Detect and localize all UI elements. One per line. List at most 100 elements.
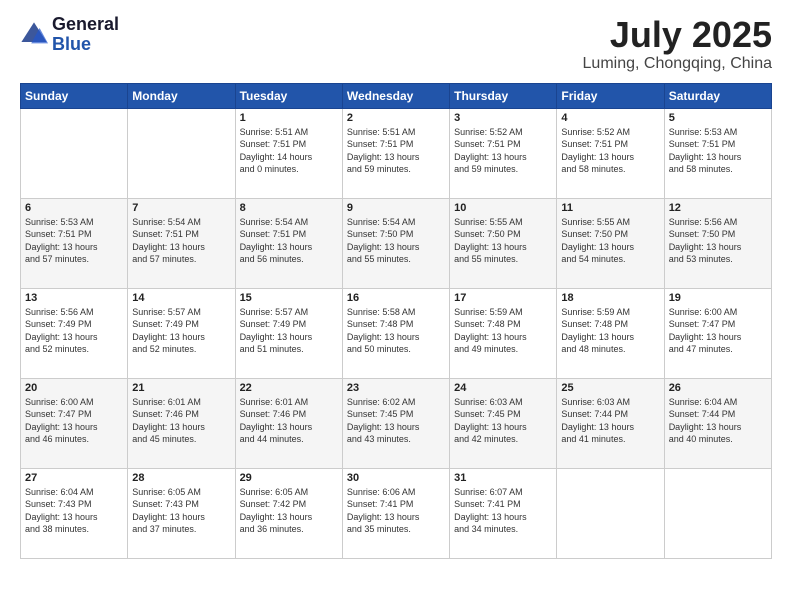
day-info: Sunrise: 6:03 AM Sunset: 7:45 PM Dayligh… bbox=[454, 396, 552, 446]
calendar-cell: 15Sunrise: 5:57 AM Sunset: 7:49 PM Dayli… bbox=[235, 288, 342, 378]
calendar-cell: 17 Sunrise: 5:59 AM Sunset: 7:48 PM Dayli… bbox=[450, 288, 557, 378]
day-info: Sunrise: 5:54 AM Sunset: 7:51 PM Dayligh… bbox=[240, 216, 338, 266]
calendar-cell: 20 Sunrise: 6:00 AM Sunset: 7:47 PM Dayli… bbox=[21, 378, 128, 468]
day-info: Sunrise: 5:53 AM Sunset: 7:51 PM Dayligh… bbox=[25, 216, 123, 266]
calendar-cell: 22 Sunrise: 6:01 AM Sunset: 7:46 PM Dayli… bbox=[235, 378, 342, 468]
day-number: 4 bbox=[561, 112, 659, 124]
col-monday: Monday bbox=[128, 83, 235, 108]
day-info: Sunrise: 5:55 AM Sunset: 7:50 PM Dayligh… bbox=[454, 216, 552, 266]
col-wednesday: Wednesday bbox=[342, 83, 449, 108]
calendar-cell: 11Sunrise: 5:55 AM Sunset: 7:50 PM Dayli… bbox=[557, 198, 664, 288]
calendar-cell: 31Sunrise: 6:07 AM Sunset: 7:41 PM Dayli… bbox=[450, 468, 557, 558]
day-number: 25 bbox=[561, 382, 659, 394]
calendar-cell bbox=[21, 108, 128, 198]
day-number: 8 bbox=[240, 202, 338, 214]
day-info: Sunrise: 6:00 AM Sunset: 7:47 PM Dayligh… bbox=[25, 396, 123, 446]
logo-icon bbox=[20, 21, 48, 49]
day-number: 18 bbox=[561, 292, 659, 304]
calendar-cell: 24 Sunrise: 6:03 AM Sunset: 7:45 PM Dayli… bbox=[450, 378, 557, 468]
day-number: 3 bbox=[454, 112, 552, 124]
calendar-body: 1Sunrise: 5:51 AM Sunset: 7:51 PM Daylig… bbox=[21, 108, 772, 558]
calendar-cell bbox=[557, 468, 664, 558]
day-info: Sunrise: 5:52 AM Sunset: 7:51 PM Dayligh… bbox=[454, 126, 552, 176]
calendar-header: Sunday Monday Tuesday Wednesday Thursday… bbox=[21, 83, 772, 108]
day-number: 7 bbox=[132, 202, 230, 214]
day-number: 16 bbox=[347, 292, 445, 304]
day-number: 6 bbox=[25, 202, 123, 214]
calendar-cell: 7 Sunrise: 5:54 AM Sunset: 7:51 PM Daylig… bbox=[128, 198, 235, 288]
day-info: Sunrise: 6:02 AM Sunset: 7:45 PM Dayligh… bbox=[347, 396, 445, 446]
calendar-cell: 3 Sunrise: 5:52 AM Sunset: 7:51 PM Daylig… bbox=[450, 108, 557, 198]
day-info: Sunrise: 5:52 AM Sunset: 7:51 PM Dayligh… bbox=[561, 126, 659, 176]
day-info: Sunrise: 6:03 AM Sunset: 7:44 PM Dayligh… bbox=[561, 396, 659, 446]
day-number: 28 bbox=[132, 472, 230, 484]
calendar-cell: 6 Sunrise: 5:53 AM Sunset: 7:51 PM Daylig… bbox=[21, 198, 128, 288]
col-sunday: Sunday bbox=[21, 83, 128, 108]
calendar-cell: 16Sunrise: 5:58 AM Sunset: 7:48 PM Dayli… bbox=[342, 288, 449, 378]
day-info: Sunrise: 6:04 AM Sunset: 7:43 PM Dayligh… bbox=[25, 486, 123, 536]
header: General Blue July 2025 Luming, Chongqing… bbox=[20, 15, 772, 73]
logo-general: General bbox=[52, 15, 119, 35]
day-number: 9 bbox=[347, 202, 445, 214]
calendar-week-5: 27Sunrise: 6:04 AM Sunset: 7:43 PM Dayli… bbox=[21, 468, 772, 558]
day-number: 22 bbox=[240, 382, 338, 394]
col-thursday: Thursday bbox=[450, 83, 557, 108]
day-info: Sunrise: 5:56 AM Sunset: 7:50 PM Dayligh… bbox=[669, 216, 767, 266]
calendar-cell: 5 Sunrise: 5:53 AM Sunset: 7:51 PM Daylig… bbox=[664, 108, 771, 198]
calendar-week-3: 13Sunrise: 5:56 AM Sunset: 7:49 PM Dayli… bbox=[21, 288, 772, 378]
calendar-cell: 26 Sunrise: 6:04 AM Sunset: 7:44 PM Dayli… bbox=[664, 378, 771, 468]
calendar-week-4: 20 Sunrise: 6:00 AM Sunset: 7:47 PM Dayli… bbox=[21, 378, 772, 468]
calendar-cell: 8 Sunrise: 5:54 AM Sunset: 7:51 PM Daylig… bbox=[235, 198, 342, 288]
day-info: Sunrise: 6:06 AM Sunset: 7:41 PM Dayligh… bbox=[347, 486, 445, 536]
day-info: Sunrise: 5:59 AM Sunset: 7:48 PM Dayligh… bbox=[561, 306, 659, 356]
day-number: 5 bbox=[669, 112, 767, 124]
calendar-table: Sunday Monday Tuesday Wednesday Thursday… bbox=[20, 83, 772, 559]
day-number: 1 bbox=[240, 112, 338, 124]
calendar-cell: 23 Sunrise: 6:02 AM Sunset: 7:45 PM Dayli… bbox=[342, 378, 449, 468]
day-info: Sunrise: 5:55 AM Sunset: 7:50 PM Dayligh… bbox=[561, 216, 659, 266]
calendar-cell: 9 Sunrise: 5:54 AM Sunset: 7:50 PM Daylig… bbox=[342, 198, 449, 288]
day-info: Sunrise: 6:01 AM Sunset: 7:46 PM Dayligh… bbox=[240, 396, 338, 446]
day-info: Sunrise: 5:57 AM Sunset: 7:49 PM Dayligh… bbox=[240, 306, 338, 356]
calendar-cell: 25 Sunrise: 6:03 AM Sunset: 7:44 PM Dayli… bbox=[557, 378, 664, 468]
day-info: Sunrise: 5:53 AM Sunset: 7:51 PM Dayligh… bbox=[669, 126, 767, 176]
calendar-cell: 27Sunrise: 6:04 AM Sunset: 7:43 PM Dayli… bbox=[21, 468, 128, 558]
calendar-cell: 30 Sunrise: 6:06 AM Sunset: 7:41 PM Dayli… bbox=[342, 468, 449, 558]
day-info: Sunrise: 6:05 AM Sunset: 7:43 PM Dayligh… bbox=[132, 486, 230, 536]
calendar-cell bbox=[664, 468, 771, 558]
logo-text: General Blue bbox=[52, 15, 119, 55]
day-info: Sunrise: 6:04 AM Sunset: 7:44 PM Dayligh… bbox=[669, 396, 767, 446]
day-number: 14 bbox=[132, 292, 230, 304]
calendar-cell: 28 Sunrise: 6:05 AM Sunset: 7:43 PM Dayli… bbox=[128, 468, 235, 558]
calendar-cell: 13Sunrise: 5:56 AM Sunset: 7:49 PM Dayli… bbox=[21, 288, 128, 378]
calendar-cell: 2Sunrise: 5:51 AM Sunset: 7:51 PM Daylig… bbox=[342, 108, 449, 198]
day-number: 30 bbox=[347, 472, 445, 484]
day-number: 23 bbox=[347, 382, 445, 394]
day-info: Sunrise: 6:00 AM Sunset: 7:47 PM Dayligh… bbox=[669, 306, 767, 356]
calendar-cell: 19 Sunrise: 6:00 AM Sunset: 7:47 PM Dayli… bbox=[664, 288, 771, 378]
day-number: 17 bbox=[454, 292, 552, 304]
day-number: 19 bbox=[669, 292, 767, 304]
day-number: 10 bbox=[454, 202, 552, 214]
logo: General Blue bbox=[20, 15, 119, 55]
logo-blue: Blue bbox=[52, 35, 119, 55]
calendar-cell: 1Sunrise: 5:51 AM Sunset: 7:51 PM Daylig… bbox=[235, 108, 342, 198]
day-number: 20 bbox=[25, 382, 123, 394]
day-info: Sunrise: 5:59 AM Sunset: 7:48 PM Dayligh… bbox=[454, 306, 552, 356]
col-saturday: Saturday bbox=[664, 83, 771, 108]
day-number: 21 bbox=[132, 382, 230, 394]
calendar-cell: 29 Sunrise: 6:05 AM Sunset: 7:42 PM Dayli… bbox=[235, 468, 342, 558]
col-friday: Friday bbox=[557, 83, 664, 108]
day-number: 29 bbox=[240, 472, 338, 484]
day-info: Sunrise: 6:05 AM Sunset: 7:42 PM Dayligh… bbox=[240, 486, 338, 536]
day-number: 26 bbox=[669, 382, 767, 394]
day-info: Sunrise: 5:54 AM Sunset: 7:51 PM Dayligh… bbox=[132, 216, 230, 266]
day-info: Sunrise: 5:56 AM Sunset: 7:49 PM Dayligh… bbox=[25, 306, 123, 356]
day-info: Sunrise: 6:01 AM Sunset: 7:46 PM Dayligh… bbox=[132, 396, 230, 446]
day-info: Sunrise: 5:57 AM Sunset: 7:49 PM Dayligh… bbox=[132, 306, 230, 356]
day-number: 24 bbox=[454, 382, 552, 394]
calendar-cell: 4 Sunrise: 5:52 AM Sunset: 7:51 PM Daylig… bbox=[557, 108, 664, 198]
day-info: Sunrise: 5:54 AM Sunset: 7:50 PM Dayligh… bbox=[347, 216, 445, 266]
month-title: July 2025 bbox=[583, 15, 772, 55]
page: General Blue July 2025 Luming, Chongqing… bbox=[0, 0, 792, 612]
